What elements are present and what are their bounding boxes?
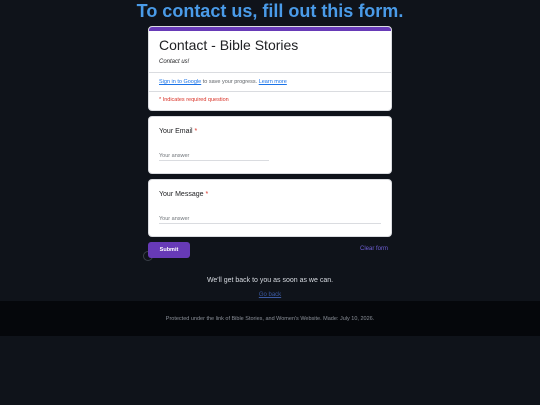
footer: Protected under the link of Bible Storie… — [0, 301, 540, 336]
page-heading: To contact us, fill out this form. — [136, 1, 404, 21]
message-input[interactable] — [159, 214, 381, 224]
email-input[interactable] — [159, 151, 269, 161]
question-label-message-text: Your Message — [159, 191, 204, 198]
question-card-email: Your Email * — [148, 116, 392, 174]
learn-more-link[interactable]: Learn more — [259, 79, 287, 85]
form-accent-bar — [149, 27, 391, 31]
form-title: Contact - Bible Stories — [159, 37, 299, 53]
question-label-message: Your Message * — [159, 191, 208, 198]
signin-suffix: to save your progress. — [201, 79, 259, 85]
signin-line: Sign in to Google to save your progress.… — [159, 79, 287, 85]
question-label-email-text: Your Email — [159, 128, 193, 135]
google-form: Contact - Bible Stories Contact us! Sign… — [148, 26, 392, 237]
signin-link[interactable]: Sign in to Google — [159, 79, 201, 85]
required-star: * — [194, 128, 198, 135]
required-note: * Indicates required question — [159, 97, 229, 103]
reply-message: We'll get back to you as soon as we can. — [206, 277, 334, 284]
form-actions: Submit Clear form — [148, 242, 392, 258]
header-divider — [149, 72, 391, 73]
clear-form-button[interactable]: Clear form — [360, 246, 388, 252]
required-star: * — [205, 191, 209, 198]
submit-button[interactable]: Submit — [148, 242, 190, 258]
footer-text: Protected under the link of Bible Storie… — [165, 316, 375, 322]
question-label-email: Your Email * — [159, 128, 197, 135]
signin-divider — [149, 91, 391, 92]
form-description: Contact us! — [159, 59, 190, 65]
form-header-card: Contact - Bible Stories Contact us! Sign… — [148, 26, 392, 111]
go-back-link[interactable]: Go back — [0, 292, 540, 298]
question-card-message: Your Message * — [148, 179, 392, 237]
